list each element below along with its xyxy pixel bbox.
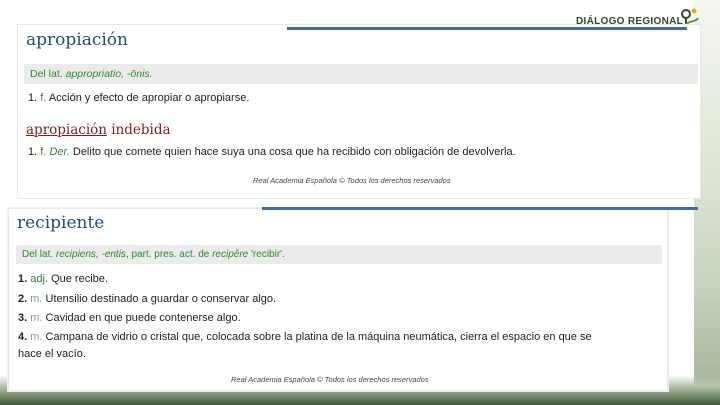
- etymology-row: Del lat. recipiens, -entis, part. pres. …: [16, 245, 662, 264]
- sense-text: Campana de vidrio o cristal que, colocad…: [45, 331, 592, 343]
- sense-number: 3.: [18, 312, 28, 324]
- sense-4-continuation: hace el vacío.: [18, 348, 86, 360]
- etymology-prefix: Del lat.: [30, 68, 66, 80]
- etymology-gloss: 'recibir'.: [248, 249, 285, 260]
- panel-accent-bar: [262, 207, 698, 210]
- subentry-qualifier: indebida: [106, 122, 171, 138]
- etymology-mid: , part. pres. act. de: [125, 249, 213, 260]
- sense-number: 2.: [18, 293, 28, 305]
- panel-accent-bar: [287, 27, 687, 30]
- copyright-footer: Real Academia Española © Todos los derec…: [253, 176, 451, 185]
- sense-1: 1. adj. Que recibe.: [18, 273, 108, 285]
- etymology-latin: appropriatio, -ōnis.: [65, 68, 153, 80]
- sense-number: 1.: [28, 92, 38, 104]
- copyright-footer: Real Academia Española © Todos los derec…: [231, 375, 429, 384]
- sense-1: 1. f. Acción y efecto de apropiar o apro…: [28, 92, 249, 104]
- sense-number: 4.: [18, 331, 28, 343]
- sense-text: Que recibe.: [51, 273, 108, 285]
- sense-4: 4. m. Campana de vidrio o cristal que, c…: [18, 331, 592, 343]
- etymology-prefix: Del lat.: [22, 249, 56, 260]
- etymology-latin: recipiens, -entis: [55, 249, 126, 260]
- sense-number: 1.: [18, 273, 28, 285]
- sense-number: 1.: [28, 146, 38, 158]
- sense-2: 2. m. Utensilio destinado a guardar o co…: [18, 293, 276, 305]
- grammar-tag: m.: [30, 312, 43, 324]
- sense-text: Cavidad en que puede contenerse algo.: [45, 312, 241, 324]
- subentry-sense-1: 1. f. Der. Delito que comete quien hace …: [28, 146, 516, 158]
- grammar-tag: m.: [30, 331, 43, 343]
- etymology-verb: recipĕre: [212, 249, 249, 260]
- field-tag: Der.: [49, 146, 70, 158]
- subentry-headword: apropiación indebida: [26, 122, 171, 138]
- grammar-tag: adj.: [30, 273, 48, 285]
- entry-headword: recipiente: [17, 213, 105, 233]
- sense-text: Delito que comete quien hace suya una co…: [72, 146, 516, 158]
- sense-text: Acción y efecto de apropiar o apropiarse…: [48, 92, 250, 104]
- sense-text: Utensilio destinado a guardar o conserva…: [45, 293, 277, 305]
- grammar-tag: f.: [40, 92, 47, 104]
- subentry-head: apropiación: [26, 122, 107, 138]
- dictionary-panel-apropiacion: [17, 24, 701, 199]
- etymology-row: Del lat. appropriatio, -ōnis.: [24, 64, 698, 84]
- sense-3: 3. m. Cavidad en que puede contenerse al…: [18, 312, 241, 324]
- entry-headword: apropiación: [26, 30, 128, 50]
- grammar-tag: f.: [40, 146, 47, 158]
- grammar-tag: m.: [30, 293, 43, 305]
